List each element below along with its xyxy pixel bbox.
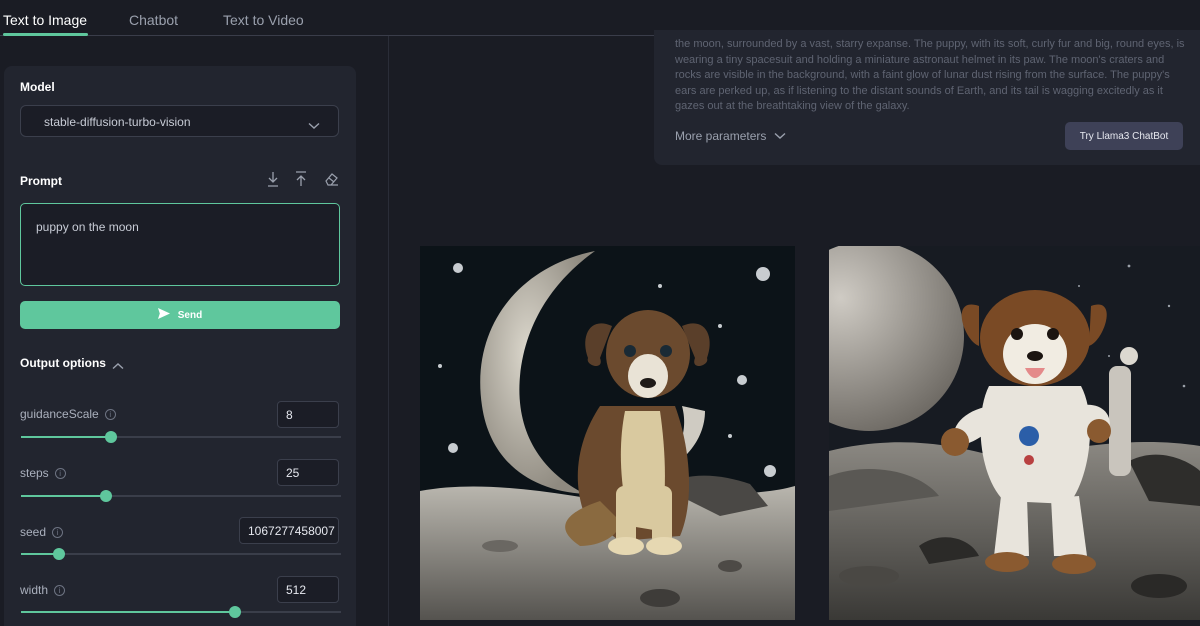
guidance-scale-slider[interactable] <box>21 431 341 443</box>
info-icon[interactable]: i <box>54 467 66 479</box>
model-label: Model <box>20 80 55 94</box>
output-options-label[interactable]: Output options <box>20 356 106 370</box>
download-icon[interactable] <box>264 170 282 188</box>
tab-chatbot[interactable]: Chatbot <box>129 12 178 28</box>
model-select[interactable]: stable-diffusion-turbo-vision <box>20 105 339 137</box>
upload-icon[interactable] <box>292 170 310 188</box>
param-label-width: width i <box>20 583 66 597</box>
slider-thumb[interactable] <box>99 490 112 502</box>
more-parameters-label: More parameters <box>675 129 767 143</box>
active-tab-indicator <box>3 33 88 36</box>
slider-thumb[interactable] <box>53 548 66 560</box>
seed-input[interactable]: 1067277458007 <box>239 517 339 544</box>
slider-fill <box>21 611 236 613</box>
guidance-scale-input[interactable]: 8 <box>277 401 339 428</box>
panel-divider <box>388 36 389 626</box>
param-name: guidanceScale <box>20 407 99 421</box>
width-input[interactable]: 512 <box>277 576 339 603</box>
info-icon[interactable]: i <box>54 584 66 596</box>
send-button-label: Send <box>177 309 203 321</box>
param-label-seed: seed i <box>20 525 64 539</box>
info-icon[interactable]: i <box>104 408 116 420</box>
param-name: width <box>20 583 49 597</box>
eraser-icon[interactable] <box>322 170 340 188</box>
chevron-down-icon <box>774 129 786 143</box>
model-select-value: stable-diffusion-turbo-vision <box>44 115 191 129</box>
slider-fill <box>21 436 111 438</box>
generated-prompt-card: the moon, surrounded by a vast, starry e… <box>654 30 1200 165</box>
param-label-guidance-scale: guidanceScale i <box>20 407 116 421</box>
param-name: seed <box>20 525 47 539</box>
generated-image-2[interactable] <box>829 246 1200 620</box>
width-slider[interactable] <box>21 606 341 618</box>
chevron-up-icon[interactable] <box>112 357 124 375</box>
slider-thumb[interactable] <box>229 606 242 618</box>
slider-thumb[interactable] <box>104 431 117 443</box>
try-llama3-chatbot-button[interactable]: Try Llama3 ChatBot <box>1065 122 1183 150</box>
steps-input[interactable]: 25 <box>277 459 339 486</box>
enhanced-prompt-text: the moon, surrounded by a vast, starry e… <box>675 38 1185 112</box>
tab-text-to-video[interactable]: Text to Video <box>223 12 304 28</box>
tab-text-to-image[interactable]: Text to Image <box>3 12 87 28</box>
chevron-down-icon <box>308 117 320 135</box>
param-label-steps: steps i <box>20 466 66 480</box>
send-button[interactable]: Send <box>20 301 340 329</box>
prompt-label: Prompt <box>20 174 62 188</box>
param-name: steps <box>20 466 49 480</box>
prompt-input-value: puppy on the moon <box>36 220 139 234</box>
prompt-input[interactable]: puppy on the moon <box>20 203 340 286</box>
slider-fill <box>21 495 106 497</box>
seed-slider[interactable] <box>21 548 341 560</box>
steps-slider[interactable] <box>21 490 341 502</box>
settings-panel: Model stable-diffusion-turbo-vision Prom… <box>4 66 356 626</box>
send-icon <box>157 306 170 324</box>
more-parameters-toggle[interactable]: More parameters <box>675 129 786 143</box>
generated-image-1[interactable] <box>420 246 795 620</box>
info-icon[interactable]: i <box>52 526 64 538</box>
